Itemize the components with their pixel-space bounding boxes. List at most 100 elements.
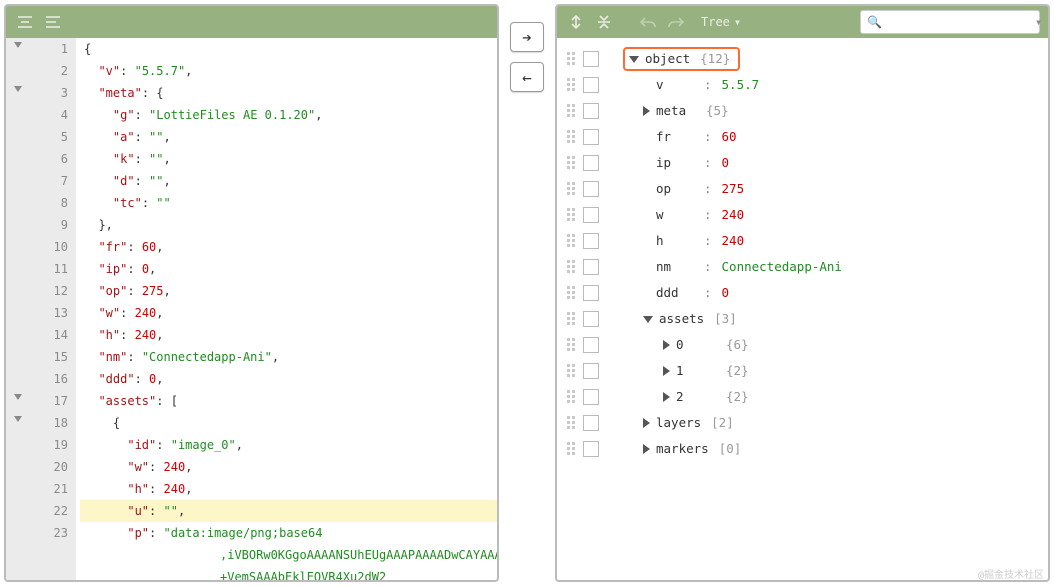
tree-value[interactable]: 0	[722, 280, 730, 306]
code-line[interactable]: "fr": 60,	[80, 236, 497, 258]
code-line[interactable]: "assets": [	[80, 390, 497, 412]
context-menu-button[interactable]	[583, 51, 599, 67]
caret-down-icon[interactable]	[643, 316, 653, 323]
caret-right-icon[interactable]	[663, 340, 670, 350]
view-mode-select[interactable]: Tree ▾	[701, 15, 741, 29]
caret-right-icon[interactable]	[663, 392, 670, 402]
code-body[interactable]: { "v": "5.5.7", "meta": { "g": "LottieFi…	[76, 38, 497, 580]
code-editor[interactable]: 1234567891011121314151617181920212223 { …	[6, 38, 497, 580]
code-line[interactable]: "op": 275,	[80, 280, 497, 302]
tree-row[interactable]: layers[2]	[567, 410, 1038, 436]
code-line[interactable]: "h": 240,	[80, 478, 497, 500]
tree-root-row[interactable]: object {12}	[567, 46, 1038, 72]
format-compact-icon[interactable]	[14, 11, 36, 33]
drag-handle-icon[interactable]	[567, 182, 577, 196]
drag-handle-icon[interactable]	[567, 260, 577, 274]
code-line[interactable]: "k": "",	[80, 148, 497, 170]
context-menu-button[interactable]	[583, 363, 599, 379]
drag-handle-icon[interactable]	[567, 338, 577, 352]
caret-right-icon[interactable]	[643, 418, 650, 428]
code-line[interactable]: {	[80, 412, 497, 434]
code-line[interactable]: {	[80, 38, 497, 60]
code-line-wrap[interactable]: +VemSAAAbEklEQVR4Xu2dW2	[80, 566, 497, 580]
code-line-wrap[interactable]: ,iVBORw0KGgoAAAANSUhEUgAAAPAAAADwCAYAAAA	[80, 544, 497, 566]
code-line[interactable]: "h": 240,	[80, 324, 497, 346]
context-menu-button[interactable]	[583, 233, 599, 249]
caret-down-icon[interactable]	[629, 56, 639, 63]
copy-left-button[interactable]: ←	[510, 62, 544, 92]
drag-handle-icon[interactable]	[567, 286, 577, 300]
code-line[interactable]: "tc": ""	[80, 192, 497, 214]
fold-marker-icon[interactable]	[14, 416, 22, 422]
drag-handle-icon[interactable]	[567, 52, 577, 66]
context-menu-button[interactable]	[583, 129, 599, 145]
tree-value[interactable]: 0	[722, 150, 730, 176]
search-input[interactable]	[882, 15, 1035, 29]
tree-value[interactable]: 60	[722, 124, 737, 150]
context-menu-button[interactable]	[583, 77, 599, 93]
tree-value[interactable]: 275	[722, 176, 745, 202]
code-line[interactable]: "a": "",	[80, 126, 497, 148]
context-menu-button[interactable]	[583, 441, 599, 457]
tree-row[interactable]: markers[0]	[567, 436, 1038, 462]
tree-row[interactable]: assets[3]	[567, 306, 1038, 332]
context-menu-button[interactable]	[583, 389, 599, 405]
tree-row[interactable]: fr:60	[567, 124, 1038, 150]
tree-row[interactable]: w:240	[567, 202, 1038, 228]
drag-handle-icon[interactable]	[567, 156, 577, 170]
code-line[interactable]: "ip": 0,	[80, 258, 497, 280]
drag-handle-icon[interactable]	[567, 78, 577, 92]
search-box[interactable]: 🔍 ▾	[860, 10, 1040, 34]
drag-handle-icon[interactable]	[567, 390, 577, 404]
code-line[interactable]: "meta": {	[80, 82, 497, 104]
format-expand-icon[interactable]	[42, 11, 64, 33]
tree-value[interactable]: 240	[722, 228, 745, 254]
tree-viewer[interactable]: object {12} v:5.5.7meta{5}fr:60ip:0op:27…	[557, 38, 1048, 580]
tree-row[interactable]: op:275	[567, 176, 1038, 202]
tree-row[interactable]: 2{2}	[567, 384, 1038, 410]
tree-value[interactable]: Connectedapp-Ani	[722, 254, 842, 280]
code-line[interactable]: "id": "image_0",	[80, 434, 497, 456]
copy-right-button[interactable]: ➔	[510, 22, 544, 52]
caret-right-icon[interactable]	[663, 366, 670, 376]
tree-row[interactable]: nm:Connectedapp-Ani	[567, 254, 1038, 280]
drag-handle-icon[interactable]	[567, 104, 577, 118]
context-menu-button[interactable]	[583, 155, 599, 171]
code-line[interactable]: "nm": "Connectedapp-Ani",	[80, 346, 497, 368]
expand-all-icon[interactable]	[565, 11, 587, 33]
undo-icon[interactable]	[637, 11, 659, 33]
code-line[interactable]: "u": "",	[80, 500, 497, 522]
context-menu-button[interactable]	[583, 311, 599, 327]
drag-handle-icon[interactable]	[567, 234, 577, 248]
code-line[interactable]: "d": "",	[80, 170, 497, 192]
code-line[interactable]: "v": "5.5.7",	[80, 60, 497, 82]
code-line[interactable]: "w": 240,	[80, 456, 497, 478]
context-menu-button[interactable]	[583, 337, 599, 353]
tree-value[interactable]: 5.5.7	[722, 72, 760, 98]
drag-handle-icon[interactable]	[567, 364, 577, 378]
tree-row[interactable]: meta{5}	[567, 98, 1038, 124]
fold-marker-icon[interactable]	[14, 42, 22, 48]
caret-right-icon[interactable]	[643, 106, 650, 116]
drag-handle-icon[interactable]	[567, 130, 577, 144]
context-menu-button[interactable]	[583, 285, 599, 301]
tree-row[interactable]: h:240	[567, 228, 1038, 254]
tree-row[interactable]: 1{2}	[567, 358, 1038, 384]
code-line[interactable]: "w": 240,	[80, 302, 497, 324]
drag-handle-icon[interactable]	[567, 208, 577, 222]
code-line[interactable]: "p": "data:image/png;base64	[80, 522, 497, 544]
drag-handle-icon[interactable]	[567, 312, 577, 326]
tree-value[interactable]: 240	[722, 202, 745, 228]
drag-handle-icon[interactable]	[567, 416, 577, 430]
drag-handle-icon[interactable]	[567, 442, 577, 456]
fold-marker-icon[interactable]	[14, 86, 22, 92]
code-line[interactable]: },	[80, 214, 497, 236]
tree-row[interactable]: 0{6}	[567, 332, 1038, 358]
context-menu-button[interactable]	[583, 181, 599, 197]
code-line[interactable]: "ddd": 0,	[80, 368, 497, 390]
redo-icon[interactable]	[665, 11, 687, 33]
tree-row[interactable]: v:5.5.7	[567, 72, 1038, 98]
context-menu-button[interactable]	[583, 415, 599, 431]
context-menu-button[interactable]	[583, 103, 599, 119]
search-options-icon[interactable]: ▾	[1035, 13, 1042, 31]
